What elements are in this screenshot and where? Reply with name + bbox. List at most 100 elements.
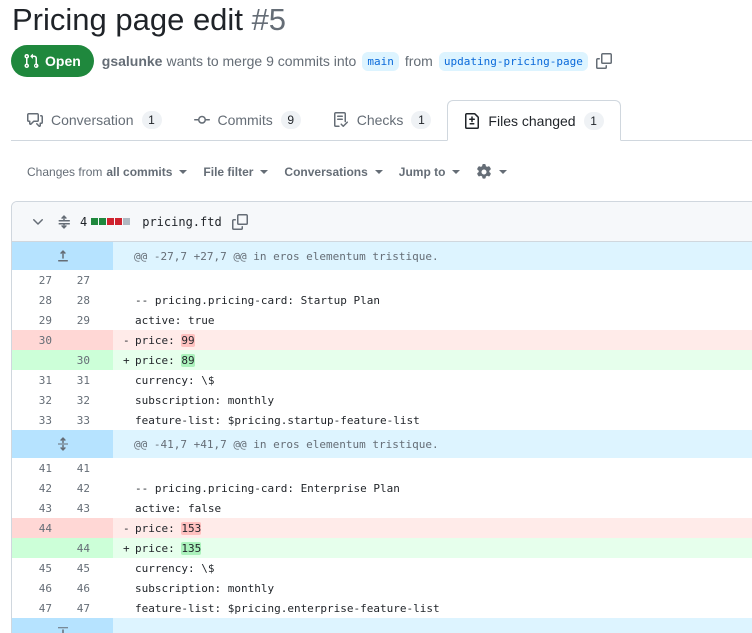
checklist-icon <box>333 112 349 128</box>
copy-icon[interactable] <box>595 53 612 69</box>
tab-commits[interactable]: Commits 9 <box>178 100 317 140</box>
tab-counter: 9 <box>280 111 301 129</box>
new-line-number[interactable]: 30 <box>52 354 90 367</box>
diff-line: 46 46 subscription: monthly <box>12 578 752 598</box>
code-text: currency: \$ <box>135 373 215 387</box>
old-line-number[interactable]: 41 <box>12 462 52 475</box>
changes-from-dropdown[interactable]: Changes from all commits <box>27 165 188 179</box>
new-line-number[interactable]: 31 <box>52 374 90 387</box>
file-diff-icon <box>464 112 480 129</box>
code-line: subscription: monthly <box>113 394 274 407</box>
new-line-number[interactable]: 32 <box>52 394 90 407</box>
jump-to-dropdown[interactable]: Jump to <box>399 165 461 179</box>
new-line-number[interactable]: 28 <box>52 294 90 307</box>
new-line-number[interactable]: 47 <box>52 602 90 615</box>
copy-icon[interactable] <box>231 213 248 230</box>
comment-icon <box>27 112 43 128</box>
caret-down-icon <box>374 170 383 174</box>
tab-label: Files changed <box>488 112 576 129</box>
old-line-number[interactable]: 27 <box>12 274 52 287</box>
tab-checks[interactable]: Checks 1 <box>317 100 448 140</box>
file-filter-dropdown[interactable]: File filter <box>203 165 269 179</box>
code-text: subscription: monthly <box>135 393 275 407</box>
hunk-footer <box>12 618 752 633</box>
changes-from-value: all commits <box>106 165 173 179</box>
head-branch[interactable]: updating-pricing-page <box>438 51 588 71</box>
diff-sign <box>123 502 135 515</box>
tab-label: Commits <box>217 112 273 128</box>
old-line-number[interactable]: 45 <box>12 562 52 575</box>
tab-counter: 1 <box>141 111 162 129</box>
old-line-number[interactable]: 44 <box>12 522 52 535</box>
diff-line: 33 33 feature-list: $pricing.startup-featu… <box>12 410 752 430</box>
line-number-gutter: 30 <box>12 350 113 370</box>
tab-conversation[interactable]: Conversation 1 <box>11 100 178 140</box>
conversations-label: Conversations <box>284 165 368 179</box>
unfold-icon[interactable] <box>56 214 72 230</box>
code-text: currency: \$ <box>135 561 215 575</box>
line-number-gutter: 27 27 <box>12 270 113 290</box>
file-header: 4 pricing.ftd <box>12 202 752 242</box>
status-badge: Open <box>11 45 94 77</box>
old-line-number[interactable]: 43 <box>12 502 52 515</box>
old-line-number[interactable]: 29 <box>12 314 52 327</box>
settings-dropdown[interactable] <box>476 164 508 180</box>
diff-line: 47 47 feature-list: $pricing.enterprise-fe… <box>12 598 752 618</box>
fold-up-icon <box>55 248 71 264</box>
new-line-number[interactable]: 29 <box>52 314 90 327</box>
conversations-dropdown[interactable]: Conversations <box>284 165 383 179</box>
diff-sign: + <box>123 541 130 555</box>
expand-down-button[interactable] <box>12 618 113 633</box>
commit-icon <box>193 112 210 128</box>
base-branch[interactable]: main <box>362 51 399 71</box>
file-name-link[interactable]: pricing.ftd <box>142 215 221 229</box>
changed-word: 153 <box>181 521 202 535</box>
line-number-gutter: 44 <box>12 518 113 538</box>
from-text: from <box>404 53 433 69</box>
chevron-down-icon[interactable] <box>30 214 46 230</box>
hunk-header: @@ -27,7 +27,7 @@ in eros elementum tris… <box>12 242 752 270</box>
code-line: - price: 99 <box>113 333 195 347</box>
new-line-number[interactable]: 42 <box>52 482 90 495</box>
line-number-gutter: 29 29 <box>12 310 113 330</box>
new-line-number[interactable]: 44 <box>52 542 90 555</box>
diff-sign: + <box>123 353 130 367</box>
diffstat-box <box>107 218 115 225</box>
old-line-number[interactable]: 42 <box>12 482 52 495</box>
new-line-number[interactable]: 33 <box>52 414 90 427</box>
tab-files-changed[interactable]: Files changed 1 <box>447 100 621 141</box>
diff-sign <box>123 482 135 495</box>
diff-sign <box>123 582 135 595</box>
new-line-number[interactable]: 41 <box>52 462 90 475</box>
line-number-gutter: 32 32 <box>12 390 113 410</box>
diff-body: @@ -27,7 +27,7 @@ in eros elementum tris… <box>12 242 752 633</box>
unfold-icon <box>55 436 71 452</box>
diffstat-box <box>91 218 99 225</box>
expand-up-button[interactable] <box>12 242 113 270</box>
old-line-number[interactable]: 33 <box>12 414 52 427</box>
author-link[interactable]: gsalunke <box>102 53 163 69</box>
line-number-gutter: 44 <box>12 538 113 558</box>
hunk-header-text: @@ -27,7 +27,7 @@ in eros elementum tris… <box>134 249 439 263</box>
expand-both-button[interactable] <box>12 430 113 458</box>
old-line-number[interactable]: 46 <box>12 582 52 595</box>
new-line-number[interactable]: 45 <box>52 562 90 575</box>
pr-title: Pricing page edit <box>12 2 243 37</box>
new-line-number[interactable]: 43 <box>52 502 90 515</box>
changes-from-label: Changes from <box>27 165 103 179</box>
old-line-number[interactable]: 30 <box>12 334 52 347</box>
code-text: active: false <box>135 501 222 515</box>
old-line-number[interactable]: 28 <box>12 294 52 307</box>
gear-icon <box>476 164 492 180</box>
old-line-number[interactable]: 32 <box>12 394 52 407</box>
old-line-number[interactable]: 47 <box>12 602 52 615</box>
new-line-number[interactable]: 46 <box>52 582 90 595</box>
old-line-number[interactable]: 31 <box>12 374 52 387</box>
code-text: feature-list: $pricing.startup-feature-l… <box>135 413 420 427</box>
hunk-header: @@ -41,7 +41,7 @@ in eros elementum tris… <box>12 430 752 458</box>
diff-line: 29 29 active: true <box>12 310 752 330</box>
new-line-number[interactable]: 27 <box>52 274 90 287</box>
diff-line: 43 43 active: false <box>12 498 752 518</box>
merge-text: wants to merge 9 commits into <box>166 53 357 69</box>
changed-word: 135 <box>181 541 202 555</box>
